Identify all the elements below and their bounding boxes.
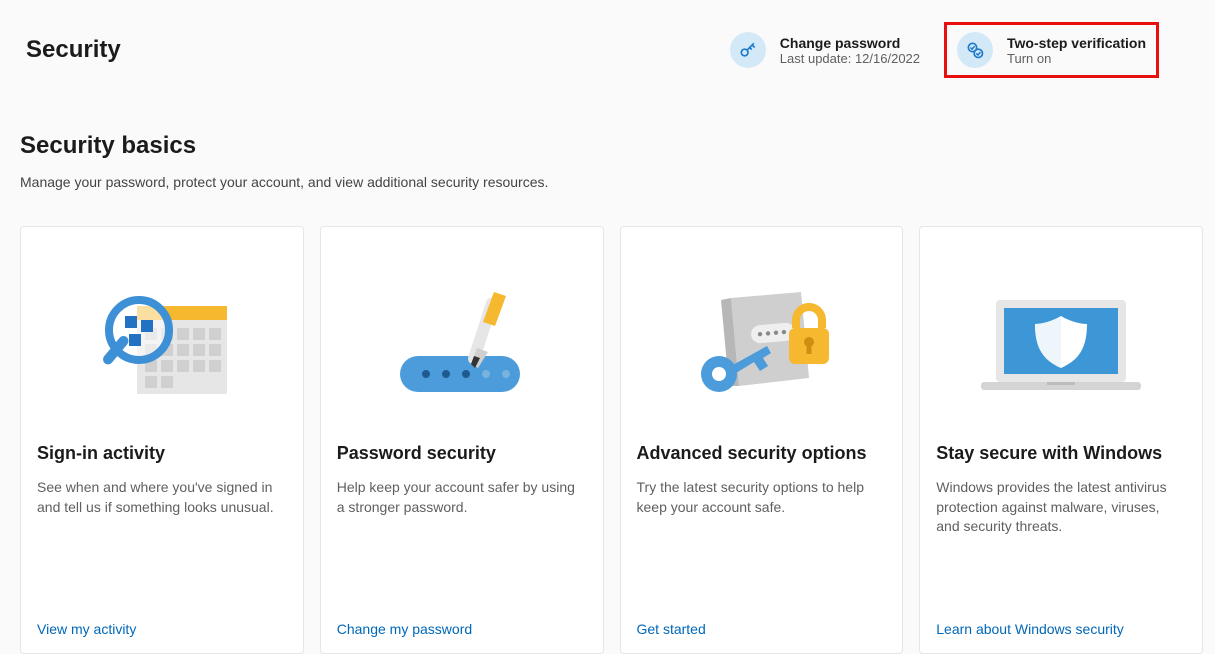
two-step-icon <box>957 32 993 68</box>
view-activity-link[interactable]: View my activity <box>37 613 287 637</box>
card-title: Stay secure with Windows <box>936 443 1186 464</box>
change-password-action[interactable]: Change password Last update: 12/16/2022 <box>726 28 924 72</box>
key-lock-book-icon <box>637 243 887 443</box>
action-text: Two-step verification Turn on <box>1007 35 1146 66</box>
change-password-link[interactable]: Change my password <box>337 613 587 637</box>
key-icon <box>730 32 766 68</box>
learn-windows-security-link[interactable]: Learn about Windows security <box>936 613 1186 637</box>
card-title: Sign-in activity <box>37 443 287 464</box>
action-title: Two-step verification <box>1007 35 1146 51</box>
header-actions: Change password Last update: 12/16/2022 … <box>726 28 1149 72</box>
password-security-card: Password security Help keep your account… <box>320 226 604 654</box>
section-heading: Security basics Manage your password, pr… <box>20 132 1215 190</box>
card-title: Password security <box>337 443 587 464</box>
signin-activity-card: Sign-in activity See when and where you'… <box>20 226 304 654</box>
action-title: Change password <box>780 35 920 51</box>
action-text: Change password Last update: 12/16/2022 <box>780 35 920 66</box>
section-title: Security basics <box>20 132 1215 160</box>
page-title: Security <box>26 36 121 64</box>
cards-row: Sign-in activity See when and where you'… <box>20 226 1203 654</box>
get-started-link[interactable]: Get started <box>637 613 887 637</box>
stay-secure-card: Stay secure with Windows Windows provide… <box>919 226 1203 654</box>
page-header: Security Change password Last update: 12… <box>0 0 1215 72</box>
card-description: Help keep your account safer by using a … <box>337 478 587 603</box>
calendar-magnifier-icon <box>37 243 287 443</box>
password-pen-icon <box>337 243 587 443</box>
card-title: Advanced security options <box>637 443 887 464</box>
card-description: Try the latest security options to help … <box>637 478 887 603</box>
section-description: Manage your password, protect your accou… <box>20 174 1215 190</box>
two-step-verification-action[interactable]: Two-step verification Turn on <box>944 22 1159 78</box>
card-description: See when and where you've signed in and … <box>37 478 287 603</box>
action-subtitle: Last update: 12/16/2022 <box>780 51 920 66</box>
laptop-shield-icon <box>936 243 1186 443</box>
action-subtitle: Turn on <box>1007 51 1146 66</box>
advanced-security-card: Advanced security options Try the latest… <box>620 226 904 654</box>
card-description: Windows provides the latest antivirus pr… <box>936 478 1186 603</box>
